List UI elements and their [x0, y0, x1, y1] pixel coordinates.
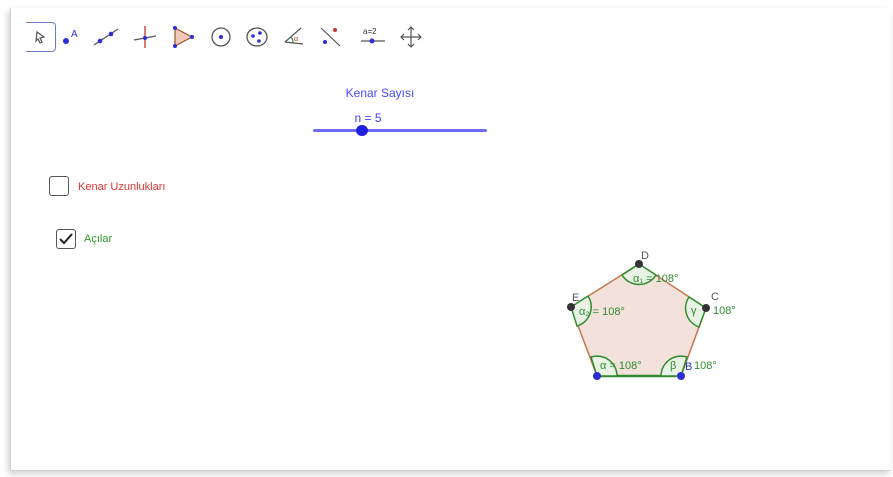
vertex-b[interactable] — [677, 372, 685, 380]
label-d: D — [641, 250, 649, 262]
vertex-c[interactable] — [702, 304, 710, 312]
angle-label-d: α₁ = 108° — [633, 273, 678, 285]
vertex-a[interactable] — [593, 372, 601, 380]
vertex-e[interactable] — [567, 303, 575, 311]
angle-label-a: α = 108° — [600, 360, 642, 372]
label-b: B — [685, 361, 692, 373]
angle-label-c-value: 108° — [713, 305, 736, 317]
angle-label-e: α₂ = 108° — [579, 306, 625, 318]
angle-label-c-symbol: γ — [691, 305, 697, 317]
label-c: C — [711, 291, 719, 303]
angle-label-b-symbol: β — [670, 360, 676, 372]
label-e: E — [572, 292, 579, 304]
angle-label-b-value: 108° — [694, 360, 717, 372]
geometry-canvas: D C E B α₁ = 108° α₂ = 108° γ 108° α = 1… — [567, 250, 736, 380]
